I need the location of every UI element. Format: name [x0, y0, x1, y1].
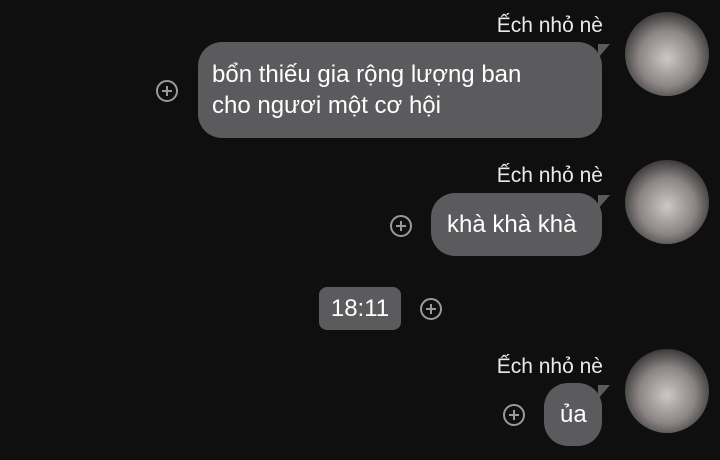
avatar[interactable] [625, 349, 709, 433]
sender-name: Ếch nhỏ nè [496, 355, 603, 378]
add-reaction-icon[interactable] [503, 404, 525, 426]
message-text-line: cho ngươi một cơ hội [212, 92, 441, 119]
bubble-tail [598, 385, 610, 399]
message-text-line: bổn thiếu gia rộng lượng ban [212, 61, 522, 88]
sender-name: Ếch nhỏ nè [496, 164, 603, 187]
add-reaction-icon[interactable] [156, 80, 178, 102]
message-text: khà khà khà [447, 211, 577, 238]
avatar[interactable] [625, 12, 709, 96]
add-reaction-icon[interactable] [390, 215, 412, 237]
bubble-tail [598, 195, 610, 209]
message-text: ủa [560, 401, 587, 428]
timestamp-pill: 18:11 [319, 287, 401, 330]
sender-name: Ếch nhỏ nè [496, 14, 603, 37]
message-bubble[interactable]: ủa [544, 383, 610, 446]
bubble-tail [598, 44, 610, 58]
message-bubble[interactable]: bổn thiếu gia rộng lượng ban cho ngươi m… [198, 42, 610, 138]
message-bubble[interactable]: khà khà khà [431, 193, 610, 256]
add-reaction-icon[interactable] [420, 298, 442, 320]
avatar[interactable] [625, 160, 709, 244]
